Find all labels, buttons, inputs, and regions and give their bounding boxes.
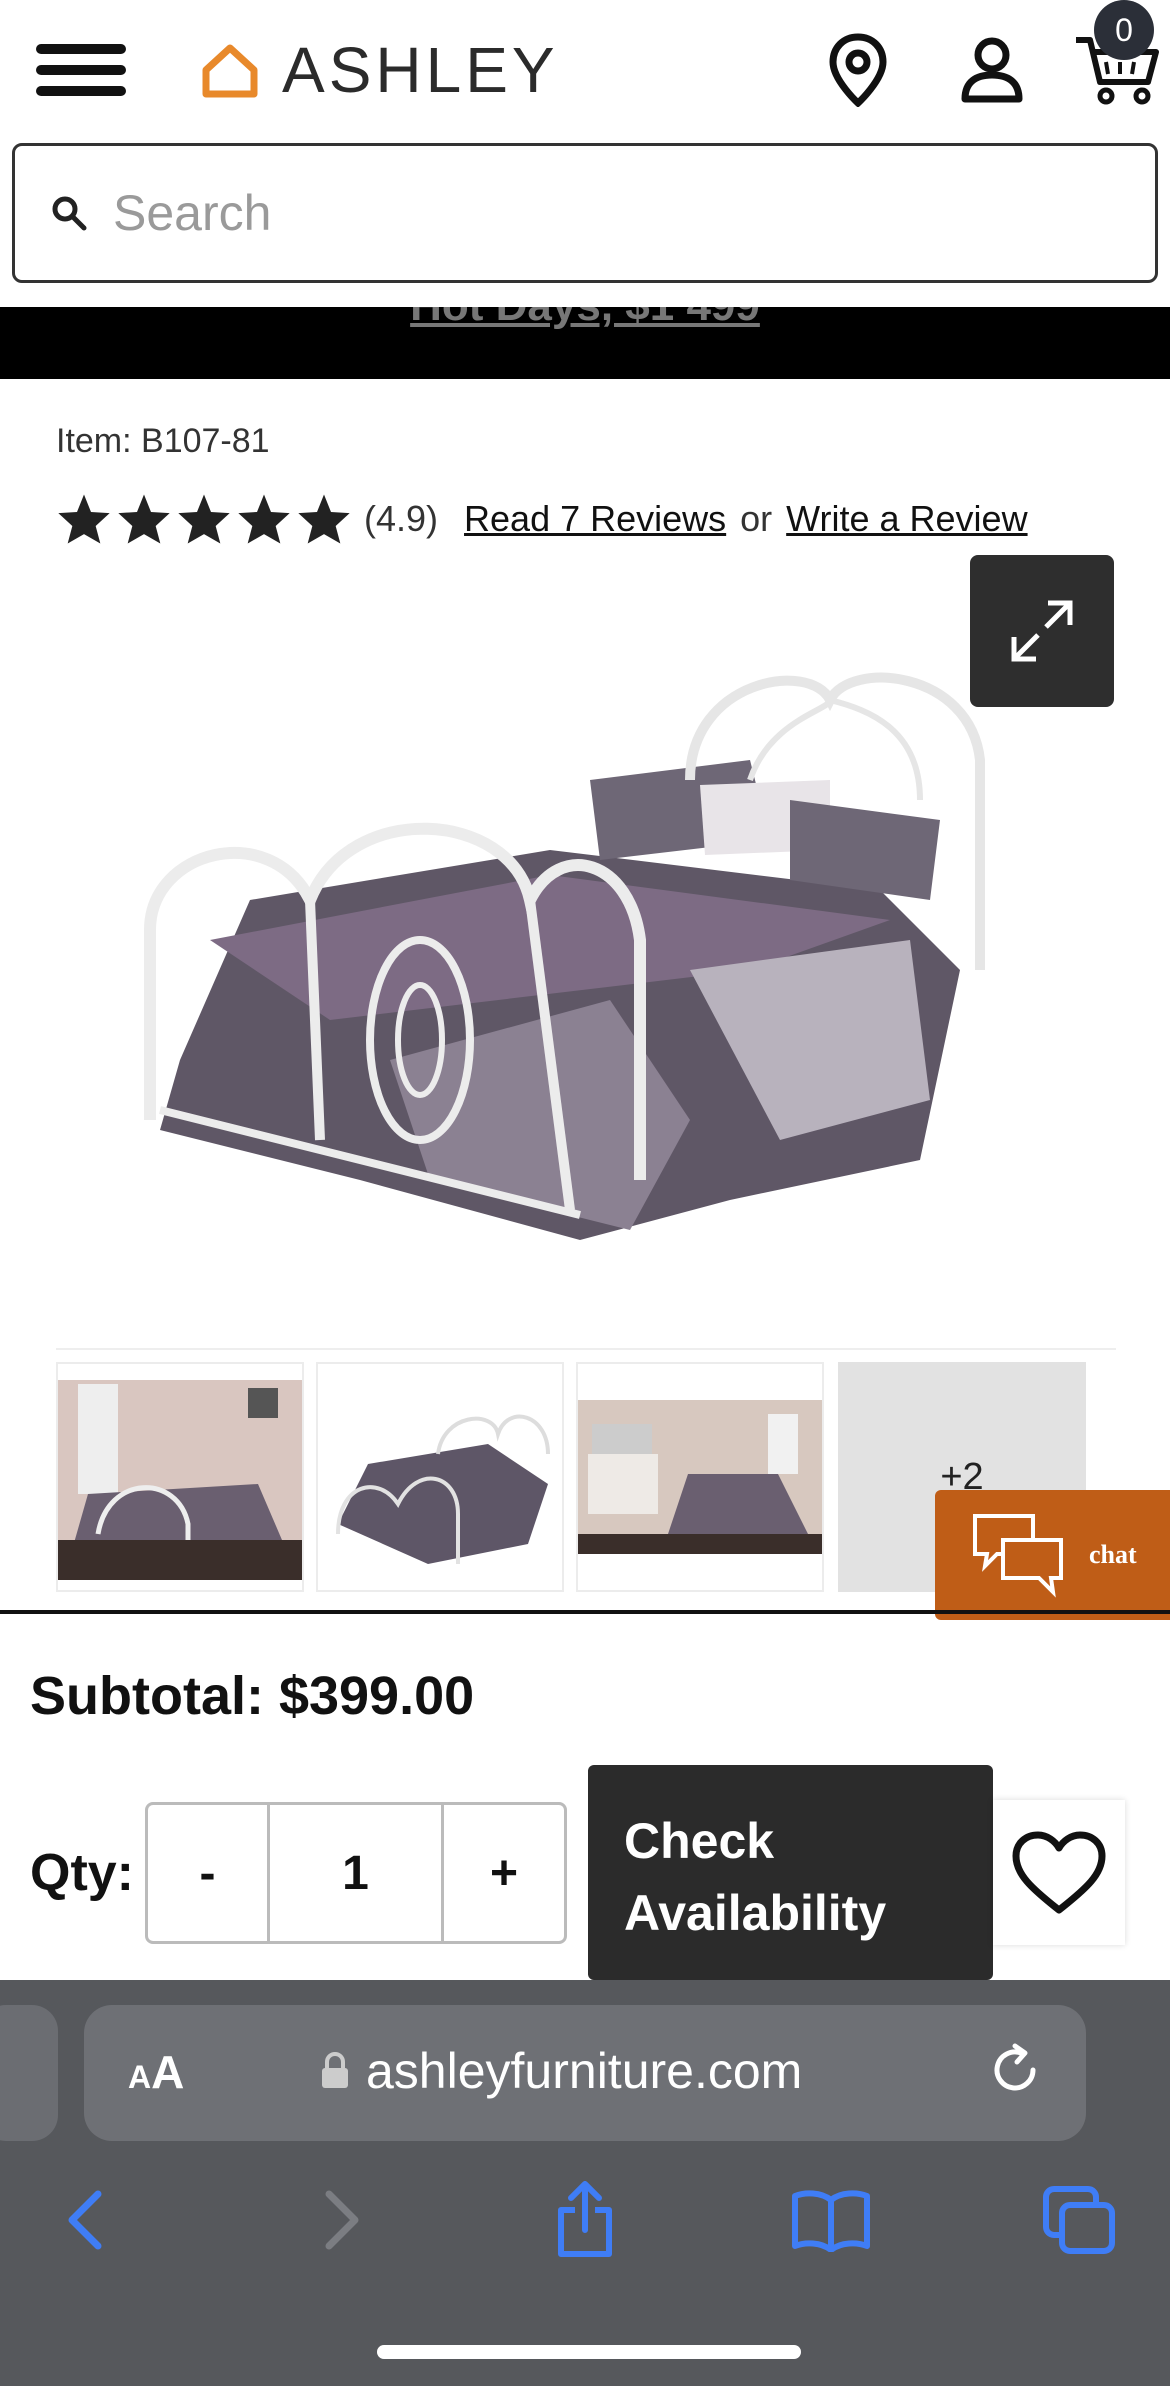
check-availability-button[interactable]: Check Availability	[588, 1765, 993, 1980]
star-icon	[298, 494, 350, 544]
item-number: Item: B107-81	[56, 422, 270, 460]
home-indicator	[377, 2345, 801, 2359]
quantity-stepper: - 1 +	[145, 1802, 567, 1944]
search-bar	[12, 143, 1158, 283]
bookmarks-icon[interactable]	[786, 2180, 876, 2260]
section-separator	[0, 1610, 1170, 1614]
promo-banner[interactable]: Hot Days, $1 499	[0, 307, 1170, 379]
share-icon[interactable]	[540, 2180, 630, 2260]
home-logo-icon	[202, 44, 258, 98]
site-header: ASHLEY 0	[0, 0, 1170, 140]
thumbnail-1[interactable]	[56, 1362, 304, 1592]
aa-big: A	[151, 2046, 185, 2098]
read-reviews-link[interactable]: Read 7 Reviews	[464, 498, 726, 540]
star-icon	[238, 494, 290, 544]
rating-score: (4.9)	[364, 498, 439, 539]
aa-small: A	[128, 2059, 152, 2095]
search-input[interactable]	[113, 184, 1113, 242]
heart-icon	[1012, 1831, 1106, 1913]
lock-icon	[322, 2052, 348, 2088]
favorite-button[interactable]	[993, 1800, 1125, 1945]
thumbnail-3[interactable]	[576, 1362, 824, 1592]
cart-count-badge: 0	[1094, 0, 1154, 60]
star-icon	[118, 494, 170, 544]
check-availability-line1: Check	[624, 1813, 775, 1869]
search-icon	[52, 196, 87, 231]
qty-increase-button[interactable]: +	[444, 1805, 564, 1941]
thumbnail-divider	[56, 1348, 1116, 1350]
account-icon[interactable]	[952, 30, 1032, 110]
thumbnail-2[interactable]	[316, 1362, 564, 1592]
brand-name: ASHLEY	[282, 34, 559, 106]
rating-row: (4.9) Read 7 Reviews or Write a Review	[56, 490, 1028, 548]
chat-bubbles-icon	[973, 1514, 1063, 1598]
star-icon	[58, 494, 110, 544]
reload-icon[interactable]	[985, 2040, 1045, 2100]
url-display[interactable]: ashleyfurniture.com	[320, 2042, 802, 2100]
back-icon[interactable]	[42, 2180, 132, 2260]
previous-tab-stub[interactable]	[0, 2005, 58, 2141]
qty-value[interactable]: 1	[270, 1805, 444, 1941]
star-icon	[178, 494, 230, 544]
reader-settings-button[interactable]: AA	[128, 2045, 184, 2099]
star-rating	[56, 492, 352, 546]
or-text: or	[740, 498, 773, 539]
forward-icon[interactable]	[295, 2180, 385, 2260]
url-text: ashleyfurniture.com	[366, 2043, 803, 2099]
subtotal: Subtotal: $399.00	[30, 1666, 475, 1726]
promo-banner-text: Hot Days, $1 499	[0, 307, 1170, 331]
write-review-link[interactable]: Write a Review	[786, 498, 1027, 540]
product-main-image[interactable]	[130, 640, 1030, 1260]
chat-button[interactable]: chat	[935, 1490, 1170, 1620]
expand-image-button[interactable]	[970, 555, 1114, 707]
chat-label: chat	[1089, 1540, 1137, 1569]
qty-decrease-button[interactable]: -	[148, 1805, 270, 1941]
check-availability-line2: Availability	[624, 1885, 887, 1941]
brand-logo[interactable]: ASHLEY	[200, 30, 559, 110]
menu-icon[interactable]	[36, 38, 126, 102]
expand-icon	[1011, 600, 1073, 662]
tabs-icon[interactable]	[1034, 2180, 1124, 2260]
qty-label: Qty:	[30, 1844, 134, 1902]
location-pin-icon[interactable]	[818, 30, 898, 110]
